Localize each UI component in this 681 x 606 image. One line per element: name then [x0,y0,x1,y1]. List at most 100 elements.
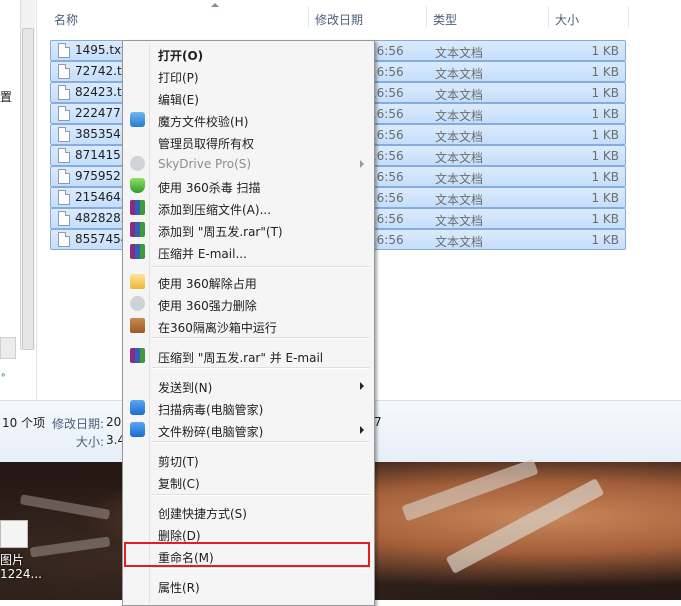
text-file-icon [58,127,70,142]
menu-item-label: 扫描病毒(电脑管家) [158,403,264,417]
file-type: 文本文档 [435,88,484,102]
360-antivirus-shield-icon [130,178,145,193]
pc-manager-icon [130,400,145,415]
menu-item-label: 打开(O) [158,49,204,63]
menu-item-label: SkyDrive Pro(S) [158,157,252,171]
file-name: 72742.tx [75,64,129,78]
cloud-icon [130,156,145,171]
size-label: 大小: [76,435,105,449]
shredder-icon [130,296,145,311]
file-name: 8557454 [75,232,129,246]
file-size: 1 KB [591,233,619,247]
menu-item-label: 魔方文件校验(H) [158,115,249,129]
text-file-icon [58,169,70,184]
file-name: 222477. [75,106,125,120]
menu-item-label: 在360隔离沙箱中运行 [158,321,277,335]
menu-item-15[interactable]: 扫描病毒(电脑管家) [125,397,372,419]
desktop-icon-label[interactable]: 图片 [0,551,24,568]
menu-item-17[interactable]: 剪切(T) [125,449,372,471]
desktop-icon-label-2[interactable]: 1224... [0,567,42,581]
file-size: 1 KB [591,44,619,58]
sandbox-box-icon [130,318,145,333]
menu-item-0[interactable]: 打开(O) [125,43,372,65]
menu-item-label: 管理员取得所有权 [158,137,255,151]
text-file-icon [58,211,70,226]
column-divider[interactable] [548,6,549,28]
file-size: 1 KB [591,107,619,121]
file-type: 文本文档 [435,109,484,123]
unlock-folder-icon [130,274,145,289]
menu-separator [152,441,370,443]
column-name[interactable]: 名称 [54,11,78,28]
menu-item-9[interactable]: 压缩并 E-mail... [125,241,372,263]
file-name: 2154645 [75,190,129,204]
column-header: 名称 修改日期 类型 大小 [37,0,681,30]
pane-divider[interactable] [36,0,37,400]
menu-item-label: 压缩到 "周五发.rar" 并 E-mail [158,351,324,365]
file-name: 871415. [75,148,125,162]
column-type[interactable]: 类型 [433,11,457,28]
file-type: 文本文档 [435,172,484,186]
menu-item-22[interactable]: 属性(R) [125,575,372,597]
menu-item-1[interactable]: 打印(P) [125,65,372,87]
text-file-icon [58,232,70,247]
file-name: 975952. [75,169,125,183]
menu-item-13[interactable]: 压缩到 "周五发.rar" 并 E-mail [125,345,372,367]
column-divider[interactable] [308,6,309,28]
menu-item-18[interactable]: 复制(C) [125,471,372,493]
menu-item-label: 使用 360解除占用 [158,277,257,291]
sort-ascending-icon [211,3,219,7]
file-name: 1495.txt [75,43,126,57]
menu-separator [152,494,370,496]
nav-horizontal-scroll[interactable] [0,337,16,359]
menu-separator [152,367,370,369]
winrar-archive-icon [130,200,145,215]
file-size: 1 KB [591,86,619,100]
menu-item-3[interactable]: 魔方文件校验(H) [125,109,372,131]
menu-item-label: 编辑(E) [158,93,199,107]
menu-item-6[interactable]: 使用 360杀毒 扫描 [125,175,372,197]
menu-item-12[interactable]: 在360隔离沙箱中运行 [125,315,372,337]
menu-item-label: 使用 360杀毒 扫描 [158,181,261,195]
menu-item-label: 属性(R) [158,581,200,595]
text-file-icon [58,64,70,79]
text-file-icon [58,148,70,163]
file-size: 1 KB [591,128,619,142]
pc-manager-icon [130,422,145,437]
winrar-archive-icon [130,244,145,259]
menu-separator [152,266,370,268]
menu-item-8[interactable]: 添加到 "周五发.rar"(T) [125,219,372,241]
menu-item-11[interactable]: 使用 360强力删除 [125,293,372,315]
menu-item-label: 剪切(T) [158,455,199,469]
file-size: 1 KB [591,212,619,226]
menu-item-19[interactable]: 创建快捷方式(S) [125,501,372,523]
file-size: 1 KB [591,191,619,205]
winrar-archive-icon [130,222,145,237]
modified-value: 20 [106,415,122,429]
menu-separator [152,337,370,339]
menu-item-14[interactable]: 发送到(N) [125,375,372,397]
submenu-arrow-icon [360,160,364,168]
menu-item-7[interactable]: 添加到压缩文件(A)... [125,197,372,219]
column-size[interactable]: 大小 [555,11,579,28]
column-divider[interactable] [426,6,427,28]
file-type: 文本文档 [435,151,484,165]
navigation-pane[interactable]: 置 ∘ [0,0,36,400]
file-name: 82423.tx [75,85,129,99]
winrar-archive-icon [130,348,145,363]
nav-scrollbar-thumb[interactable] [22,28,34,350]
menu-item-10[interactable]: 使用 360解除占用 [125,271,372,293]
file-type: 文本文档 [435,130,484,144]
menu-item-4[interactable]: 管理员取得所有权 [125,131,372,153]
column-divider[interactable] [628,6,629,28]
menu-item-16[interactable]: 文件粉碎(电脑管家) [125,419,372,441]
menu-item-label: 使用 360强力删除 [158,299,257,313]
text-file-icon [58,85,70,100]
modified-label: 修改日期: [52,417,105,431]
desktop-image-icon[interactable] [0,520,28,548]
menu-item-2[interactable]: 编辑(E) [125,87,372,109]
nav-expander-icon[interactable]: ∘ [0,370,6,381]
column-date[interactable]: 修改日期 [315,11,363,28]
text-file-icon [58,190,70,205]
nav-item-label[interactable]: 置 [0,88,12,105]
